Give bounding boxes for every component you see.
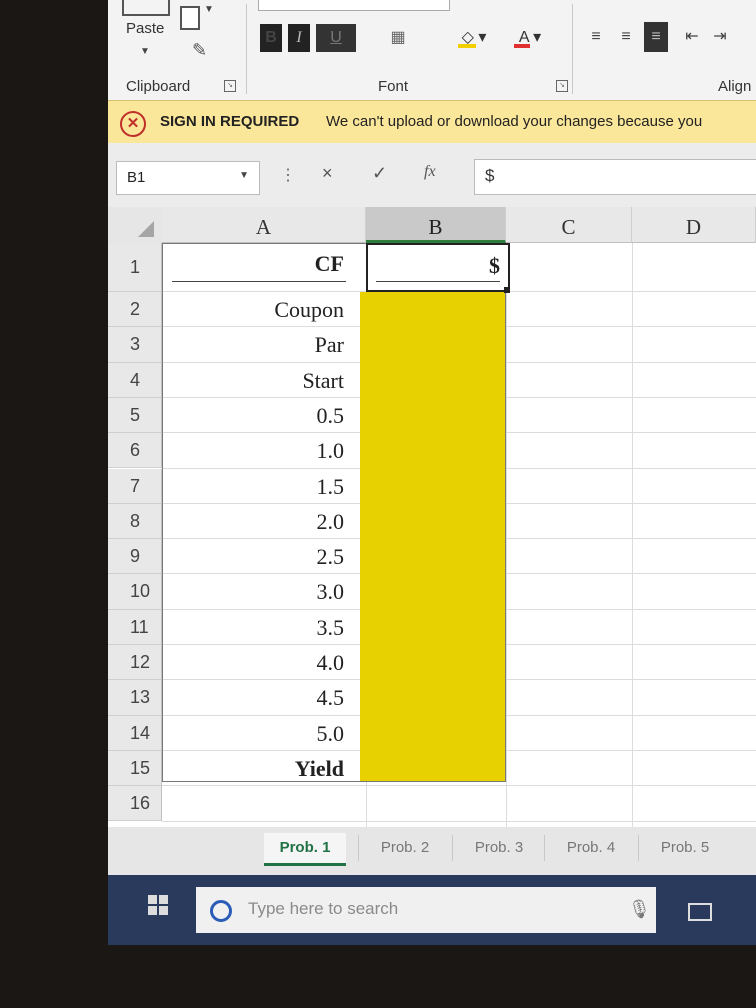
spreadsheet-grid[interactable]: A B C D 1 2 3 4 5 6 7 8 9 10 11 12 13 14 15 16 CF Coupon P… <box>108 207 756 827</box>
format-painter-icon[interactable]: ✎ <box>192 40 207 61</box>
tab-prob-3[interactable]: Prob. 3 <box>458 833 540 863</box>
ribbon: Paste ▼ ▼ ✎ B I U ▦ ◇ ▾ A ▾ ≡ ≡ ≡ ⇤ ⇥ Cl… <box>108 0 756 100</box>
tab-prob-2[interactable]: Prob. 2 <box>364 833 446 863</box>
column-header-b[interactable]: B <box>366 207 506 243</box>
underline-button[interactable]: U <box>316 24 356 52</box>
row-header-7[interactable]: 7 <box>108 468 162 504</box>
column-header-c[interactable]: C <box>506 207 632 243</box>
select-all-icon <box>138 221 154 237</box>
bold-button[interactable]: B <box>260 24 282 52</box>
column-header-d[interactable]: D <box>632 207 756 243</box>
row-header-10[interactable]: 10 <box>108 574 162 610</box>
row-header-11[interactable]: 11 <box>108 609 162 645</box>
column-header-a[interactable]: A <box>162 207 366 243</box>
tab-prob-1[interactable]: Prob. 1 <box>264 833 346 866</box>
row-header-5[interactable]: 5 <box>108 397 162 434</box>
row-header-6[interactable]: 6 <box>108 433 162 469</box>
select-all-button[interactable] <box>108 207 162 243</box>
clipboard-group-label: Clipboard <box>126 78 191 95</box>
decrease-indent-icon[interactable]: ⇤ <box>680 22 704 52</box>
borders-icon[interactable]: ▦ <box>384 24 412 52</box>
row-header-8[interactable]: 8 <box>108 503 162 540</box>
italic-button[interactable]: I <box>288 24 310 52</box>
paste-icon[interactable] <box>122 0 170 16</box>
cell-b1-value: $ <box>489 253 500 278</box>
tab-prob-5[interactable]: Prob. 5 <box>644 833 726 863</box>
row-header-1[interactable]: 1 <box>108 243 162 292</box>
banner-title: SIGN IN REQUIRED <box>160 113 300 130</box>
cell-b1-selected[interactable]: $ <box>366 243 510 292</box>
formula-bar: B1 ▼ ⋮ × ✓ fx $ <box>108 143 756 207</box>
font-launcher-icon[interactable]: ↘ <box>556 80 568 92</box>
sign-in-banner: ✕ SIGN IN REQUIRED We can't upload or do… <box>108 100 756 144</box>
chevron-down-icon[interactable]: ▼ <box>140 46 150 57</box>
tab-prob-4[interactable]: Prob. 4 <box>550 833 632 863</box>
row-header-9[interactable]: 9 <box>108 539 162 575</box>
more-options-icon[interactable]: ⋮ <box>280 165 296 185</box>
sheet-tabs: Prob. 1 Prob. 2 Prob. 3 Prob. 4 Prob. 5 <box>108 827 756 875</box>
row-header-14[interactable]: 14 <box>108 715 162 751</box>
name-box[interactable]: B1 ▼ <box>116 161 260 195</box>
taskbar-search[interactable]: Type here to search 🎙 <box>196 887 656 933</box>
microphone-icon[interactable]: 🎙 <box>628 899 651 920</box>
alignment-group-label: Align <box>718 78 752 95</box>
cortana-icon[interactable] <box>210 900 232 922</box>
column-gridline <box>506 243 507 827</box>
banner-message: We can't upload or download your changes… <box>326 113 703 130</box>
font-name-field[interactable] <box>258 0 450 11</box>
insert-function-button[interactable]: fx <box>424 163 436 181</box>
copy-icon[interactable] <box>180 6 200 30</box>
formula-input[interactable]: $ <box>474 159 756 195</box>
group-divider <box>246 4 247 94</box>
tab-divider <box>544 835 545 861</box>
align-middle-icon[interactable]: ≡ <box>614 22 638 52</box>
row-header-4[interactable]: 4 <box>108 362 162 398</box>
paste-button[interactable]: Paste <box>126 20 164 37</box>
error-icon: ✕ <box>120 111 146 137</box>
chevron-down-icon[interactable]: ▼ <box>239 170 249 181</box>
tab-divider <box>452 835 453 861</box>
table-border <box>162 243 506 782</box>
excel-window: Paste ▼ ▼ ✎ B I U ▦ ◇ ▾ A ▾ ≡ ≡ ≡ ⇤ ⇥ Cl… <box>108 0 756 945</box>
cancel-button[interactable]: × <box>322 163 333 184</box>
windows-taskbar: Type here to search 🎙 <box>108 875 756 945</box>
tab-divider <box>638 835 639 861</box>
cell-b1-underline <box>376 281 500 282</box>
clipboard-launcher-icon[interactable]: ↘ <box>224 80 236 92</box>
row-gridline <box>162 820 756 822</box>
row-header-3[interactable]: 3 <box>108 327 162 363</box>
row-header-13[interactable]: 13 <box>108 680 162 716</box>
chevron-down-icon[interactable]: ▼ <box>204 4 214 15</box>
row-header-15[interactable]: 15 <box>108 750 162 787</box>
font-color-swatch <box>514 44 530 48</box>
formula-value: $ <box>485 166 495 185</box>
cell-a1-underline <box>172 281 346 282</box>
column-gridline <box>632 243 633 827</box>
increase-indent-icon[interactable]: ⇥ <box>708 22 732 52</box>
row-header-2[interactable]: 2 <box>108 292 162 328</box>
tab-divider <box>358 835 359 861</box>
fill-color-swatch <box>458 44 476 48</box>
name-box-value: B1 <box>127 169 146 186</box>
task-view-icon[interactable] <box>688 903 712 921</box>
font-group-label: Font <box>378 78 409 95</box>
group-divider <box>572 4 573 94</box>
windows-start-icon[interactable] <box>148 895 168 915</box>
row-header-12[interactable]: 12 <box>108 645 162 681</box>
fill-handle[interactable] <box>504 287 510 293</box>
align-bottom-icon[interactable]: ≡ <box>644 22 668 52</box>
align-top-icon[interactable]: ≡ <box>584 22 608 52</box>
enter-button[interactable]: ✓ <box>372 163 387 184</box>
row-header-16[interactable]: 16 <box>108 786 162 822</box>
search-placeholder: Type here to search <box>248 899 399 918</box>
